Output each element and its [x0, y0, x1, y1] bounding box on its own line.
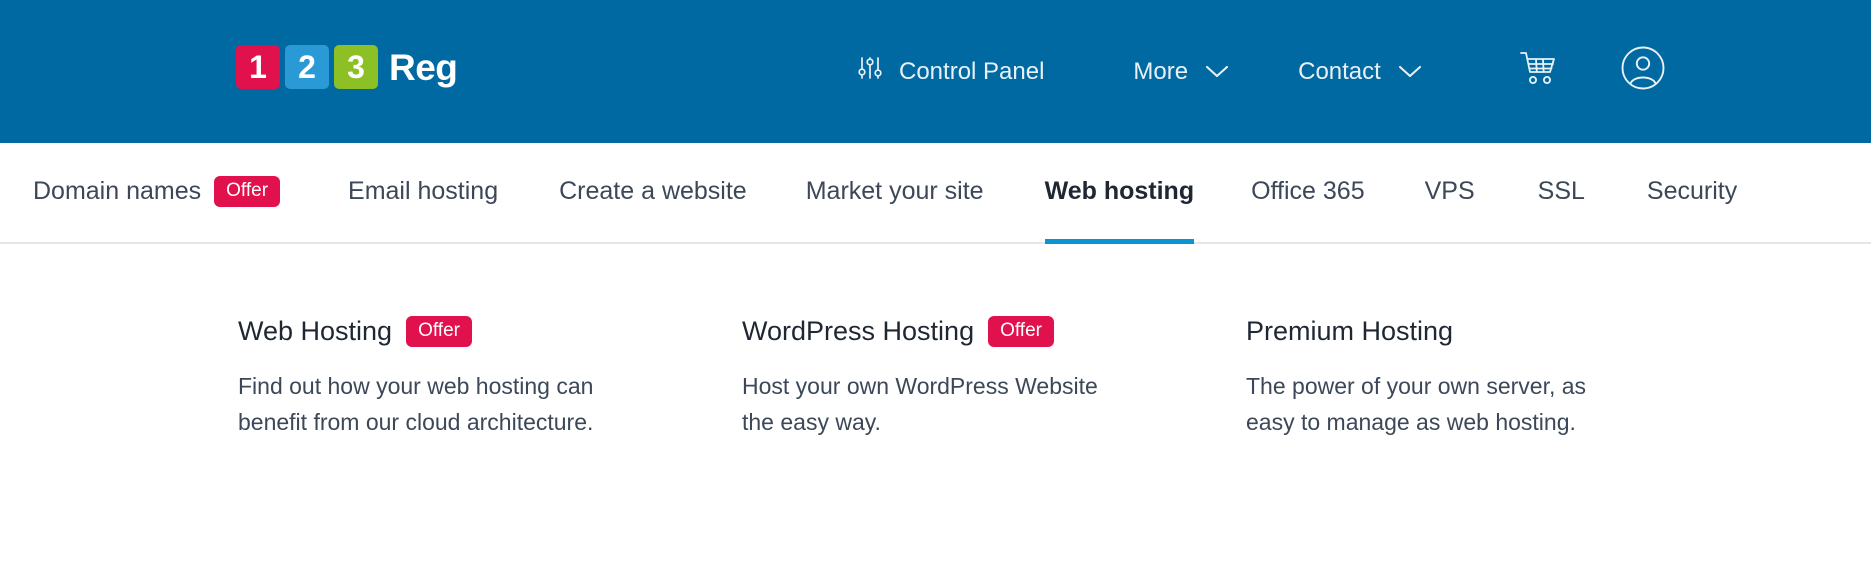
offer-badge: Offer: [214, 176, 281, 207]
panel-column-premium-hosting: Premium Hosting The power of your own se…: [1246, 316, 1666, 440]
contact-menu[interactable]: Contact: [1298, 58, 1423, 86]
column-title: Web Hosting: [238, 316, 393, 346]
control-panel-label: Control Panel: [899, 57, 1045, 85]
column-description: Host your own WordPress Website the easy…: [742, 373, 1098, 435]
nav-item-domain-names[interactable]: Domain names Offer: [33, 143, 281, 244]
column-description: Find out how your web hosting can benefi…: [238, 373, 594, 435]
control-panel-link[interactable]: Control Panel: [855, 53, 1044, 90]
shopping-cart-button[interactable]: [1519, 50, 1559, 93]
nav-item-market-your-site[interactable]: Market your site: [806, 143, 984, 244]
nav-label: Web hosting: [1044, 177, 1195, 205]
web-hosting-link[interactable]: Web Hosting Offer: [238, 316, 658, 347]
nav-item-ssl[interactable]: SSL: [1538, 143, 1585, 244]
offer-badge: Offer: [406, 316, 472, 347]
offer-badge: Offer: [988, 316, 1054, 347]
nav-label: Market your site: [805, 177, 984, 205]
nav-item-email-hosting[interactable]: Email hosting: [348, 143, 498, 244]
site-header: 1 2 3 Reg Control Panel More Contact: [0, 0, 1871, 143]
user-account-icon: [1620, 45, 1666, 98]
nav-label: SSL: [1537, 177, 1585, 205]
sliders-icon: [855, 53, 885, 90]
contact-label: Contact: [1298, 57, 1381, 85]
site-logo-123reg[interactable]: 1 2 3 Reg: [236, 45, 458, 89]
chevron-down-icon: [1397, 58, 1423, 86]
nav-item-web-hosting[interactable]: Web hosting: [1044, 143, 1195, 244]
chevron-down-icon: [1204, 58, 1230, 86]
nav-item-security[interactable]: Security: [1647, 143, 1737, 244]
column-title: Premium Hosting: [1246, 316, 1454, 346]
nav-label: VPS: [1424, 177, 1475, 205]
more-menu[interactable]: More: [1133, 58, 1230, 86]
logo-tile-3: 3: [334, 45, 378, 89]
premium-hosting-link[interactable]: Premium Hosting: [1246, 316, 1666, 347]
nav-item-vps[interactable]: VPS: [1425, 143, 1475, 244]
nav-label: Security: [1646, 177, 1738, 205]
main-navigation: Domain names Offer Email hosting Create …: [0, 143, 1871, 244]
nav-label: Email hosting: [348, 177, 499, 205]
logo-wordmark: Reg: [389, 46, 458, 88]
column-title: WordPress Hosting: [742, 316, 975, 346]
nav-label: Domain names: [33, 177, 202, 205]
panel-column-wordpress-hosting: WordPress Hosting Offer Host your own Wo…: [742, 316, 1162, 440]
nav-label: Create a website: [559, 177, 747, 205]
panel-column-web-hosting: Web Hosting Offer Find out how your web …: [238, 316, 658, 440]
nav-label: Office 365: [1251, 177, 1365, 205]
column-description: The power of your own server, as easy to…: [1246, 373, 1587, 435]
logo-tile-1: 1: [236, 45, 280, 89]
web-hosting-mega-panel: Web Hosting Offer Find out how your web …: [0, 244, 1871, 585]
wordpress-hosting-link[interactable]: WordPress Hosting Offer: [742, 316, 1162, 347]
nav-item-office-365[interactable]: Office 365: [1251, 143, 1365, 244]
header-nav: Control Panel More Contact: [855, 0, 1666, 143]
nav-item-create-a-website[interactable]: Create a website: [559, 143, 747, 244]
shopping-cart-icon: [1519, 50, 1559, 93]
logo-tile-2: 2: [285, 45, 329, 89]
account-button[interactable]: [1620, 45, 1666, 98]
more-label: More: [1133, 57, 1189, 85]
